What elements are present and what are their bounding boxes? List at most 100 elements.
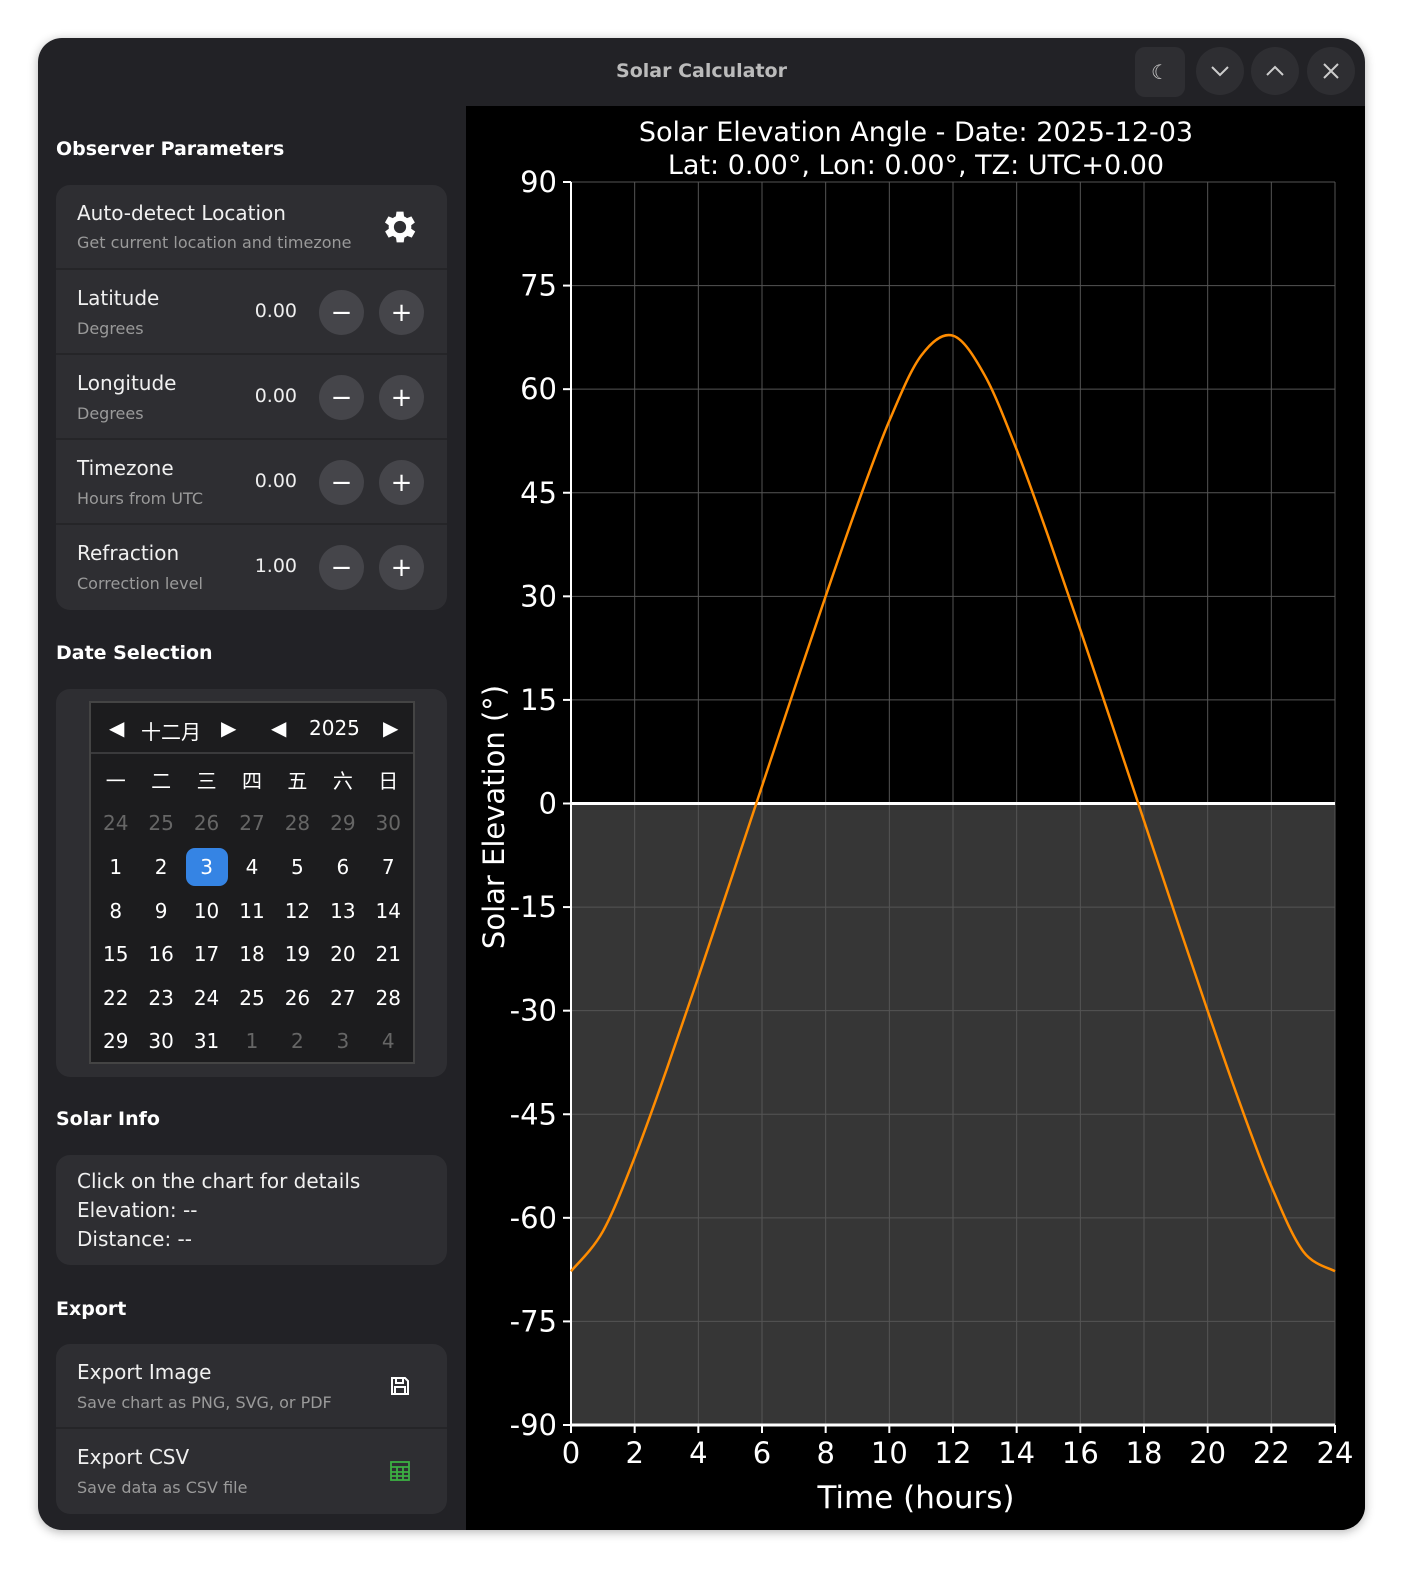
calendar-day[interactable]: 2 <box>275 1020 320 1064</box>
longitude-value[interactable]: 0.00 <box>255 385 297 407</box>
calendar-day[interactable]: 27 <box>320 976 365 1020</box>
export-image-label: Export Image <box>77 1360 212 1384</box>
calendar-day[interactable]: 25 <box>229 976 274 1020</box>
calendar-day[interactable]: 9 <box>138 889 183 933</box>
minimize-button[interactable] <box>1196 47 1244 95</box>
app-window: Solar Calculator ☾ Observer Parameters A… <box>38 38 1365 1530</box>
calendar-day[interactable]: 1 <box>93 845 138 889</box>
x-tick-label: 2 <box>625 1436 643 1470</box>
calendar-day[interactable]: 30 <box>138 1020 183 1064</box>
latitude-value[interactable]: 0.00 <box>255 300 297 322</box>
timezone-decrement-button[interactable]: − <box>319 460 364 505</box>
timezone-value[interactable]: 0.00 <box>255 470 297 492</box>
calendar-day[interactable]: 2 <box>138 845 183 889</box>
refraction-value[interactable]: 1.00 <box>255 555 297 577</box>
timezone-increment-button[interactable]: + <box>379 460 424 505</box>
calendar-day[interactable]: 18 <box>229 932 274 976</box>
calendar-day[interactable]: 28 <box>366 976 411 1020</box>
calendar-day[interactable]: 6 <box>320 845 365 889</box>
latitude-label: Latitude <box>77 286 160 310</box>
gear-icon[interactable] <box>379 206 421 248</box>
solar-info-elevation: Elevation: -- <box>77 1198 198 1222</box>
calendar-day[interactable]: 30 <box>366 802 411 846</box>
calendar-day[interactable]: 12 <box>275 889 320 933</box>
plus-icon: + <box>390 467 413 498</box>
calendar-day[interactable]: 17 <box>184 932 229 976</box>
x-tick-label: 16 <box>1062 1436 1099 1470</box>
calendar-day[interactable]: 26 <box>275 976 320 1020</box>
calendar-day[interactable]: 27 <box>229 802 274 846</box>
longitude-increment-button[interactable]: + <box>379 375 424 420</box>
y-tick-label: -90 <box>510 1408 557 1442</box>
calendar-day[interactable]: 24 <box>93 802 138 846</box>
calendar-day[interactable]: 4 <box>366 1020 411 1064</box>
calendar-day[interactable]: 14 <box>366 889 411 933</box>
observer-card: Auto-detect Location Get current locatio… <box>56 185 447 610</box>
y-tick-label: 0 <box>539 787 557 821</box>
calendar-day[interactable]: 4 <box>229 845 274 889</box>
year-label: 2025 <box>309 716 360 740</box>
refraction-decrement-button[interactable]: − <box>319 545 364 590</box>
calendar-day[interactable]: 10 <box>184 889 229 933</box>
y-tick-label: -30 <box>510 994 557 1028</box>
calendar-day-selected[interactable]: 3 <box>184 845 229 889</box>
calendar-day[interactable]: 5 <box>275 845 320 889</box>
prev-month-button[interactable]: ◀ <box>109 716 124 740</box>
x-tick-label: 4 <box>689 1436 707 1470</box>
x-tick-label: 22 <box>1253 1436 1290 1470</box>
calendar-day[interactable]: 11 <box>229 889 274 933</box>
longitude-sub: Degrees <box>77 404 144 423</box>
latitude-increment-button[interactable]: + <box>379 290 424 335</box>
close-button[interactable] <box>1307 47 1355 95</box>
calendar-day[interactable]: 3 <box>320 1020 365 1064</box>
calendar-day[interactable]: 19 <box>275 932 320 976</box>
plus-icon: + <box>390 297 413 328</box>
calendar-day[interactable]: 25 <box>138 802 183 846</box>
calendar-day[interactable]: 26 <box>184 802 229 846</box>
calendar-day[interactable]: 20 <box>320 932 365 976</box>
autodetect-row[interactable]: Auto-detect Location Get current locatio… <box>56 185 447 270</box>
calendar-day[interactable]: 1 <box>229 1020 274 1064</box>
y-tick-label: -15 <box>510 890 557 924</box>
solar-elevation-chart[interactable]: 0 2 4 6 8 10 12 14 16 18 20 22 24 90 75 60 45 30 15 0 -15 -30… <box>466 106 1365 1530</box>
x-tick-label: 8 <box>816 1436 834 1470</box>
x-tick-label: 0 <box>562 1436 580 1470</box>
export-image-row[interactable]: Export Image Save chart as PNG, SVG, or … <box>56 1344 447 1429</box>
solar-info-card: Click on the chart for details Elevation… <box>56 1155 447 1265</box>
timezone-sub: Hours from UTC <box>77 489 203 508</box>
calendar-day[interactable]: 23 <box>138 976 183 1020</box>
longitude-decrement-button[interactable]: − <box>319 375 364 420</box>
latitude-decrement-button[interactable]: − <box>319 290 364 335</box>
calendar-day[interactable]: 28 <box>275 802 320 846</box>
prev-year-button[interactable]: ◀ <box>271 716 286 740</box>
calendar-day[interactable]: 16 <box>138 932 183 976</box>
next-year-button[interactable]: ▶ <box>383 716 398 740</box>
calendar-day[interactable]: 7 <box>366 845 411 889</box>
latitude-sub: Degrees <box>77 319 144 338</box>
x-tick-label: 6 <box>753 1436 771 1470</box>
y-axis-label: Solar Elevation (°) <box>477 685 511 949</box>
x-tick-label: 12 <box>935 1436 972 1470</box>
export-csv-row[interactable]: Export CSV Save data as CSV file <box>56 1429 447 1514</box>
x-tick-label: 24 <box>1317 1436 1354 1470</box>
maximize-button[interactable] <box>1251 47 1299 95</box>
y-tick-label: 90 <box>520 165 557 199</box>
refraction-sub: Correction level <box>77 574 203 593</box>
calendar-day[interactable]: 21 <box>366 932 411 976</box>
refraction-label: Refraction <box>77 541 180 565</box>
chart-subtitle: Lat: 0.00°, Lon: 0.00°, TZ: UTC+0.00 <box>668 150 1164 181</box>
calendar-day[interactable]: 29 <box>320 802 365 846</box>
y-tick-label: -60 <box>510 1201 557 1235</box>
calendar-day[interactable]: 8 <box>93 889 138 933</box>
dark-mode-button[interactable]: ☾ <box>1135 47 1185 97</box>
refraction-increment-button[interactable]: + <box>379 545 424 590</box>
calendar-day[interactable]: 24 <box>184 976 229 1020</box>
timezone-row: Timezone Hours from UTC 0.00 − + <box>56 440 447 525</box>
next-month-button[interactable]: ▶ <box>221 716 236 740</box>
calendar-day[interactable]: 29 <box>93 1020 138 1064</box>
refraction-row: Refraction Correction level 1.00 − + <box>56 525 447 610</box>
calendar-day[interactable]: 15 <box>93 932 138 976</box>
calendar-day[interactable]: 31 <box>184 1020 229 1064</box>
calendar-day[interactable]: 22 <box>93 976 138 1020</box>
calendar-day[interactable]: 13 <box>320 889 365 933</box>
